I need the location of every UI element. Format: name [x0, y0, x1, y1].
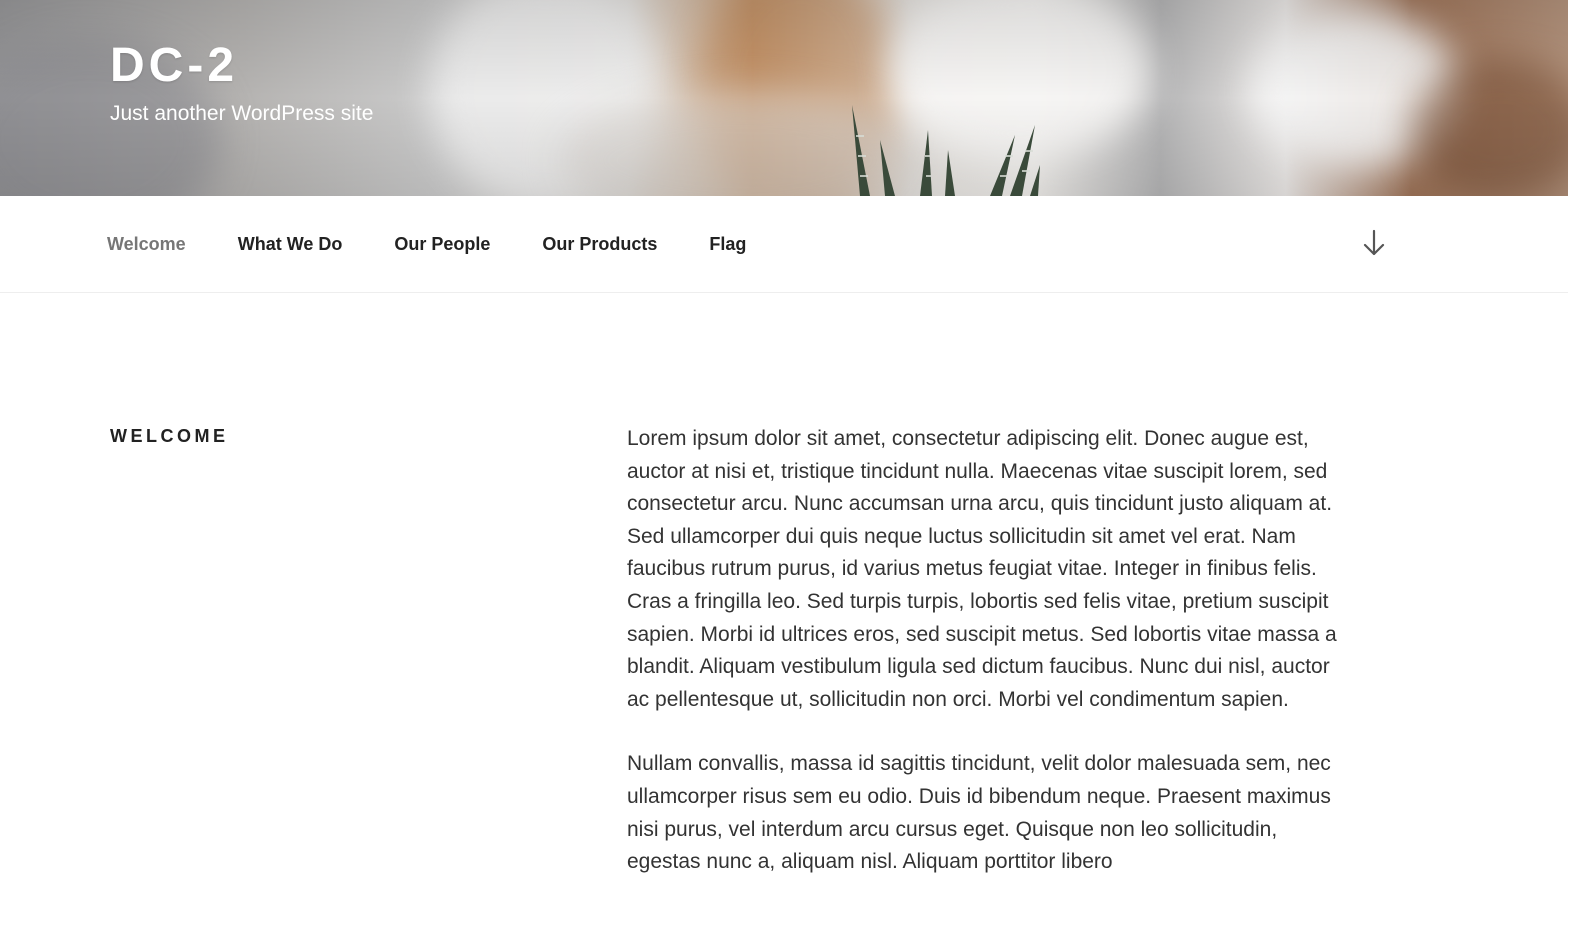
- hero-overlay: [0, 0, 1568, 196]
- paragraph: Nullam convallis, massa id sagittis tinc…: [627, 752, 1331, 874]
- nav-item-our-people[interactable]: Our People: [394, 234, 490, 255]
- scrollbar[interactable]: [1568, 0, 1585, 928]
- site-title[interactable]: DC-2: [110, 38, 238, 94]
- plant-image: [852, 105, 1040, 196]
- page-content: WELCOME Lorem ipsum dolor sit amet, cons…: [0, 293, 1568, 928]
- paragraph: Lorem ipsum dolor sit amet, consectetur …: [627, 427, 1337, 711]
- nav-item-our-products[interactable]: Our Products: [542, 234, 657, 255]
- site-description: Just another WordPress site: [110, 102, 374, 125]
- nav-item-welcome[interactable]: Welcome: [107, 234, 186, 255]
- arrow-down-icon[interactable]: [1362, 228, 1386, 258]
- header-hero: DC-2 Just another WordPress site: [0, 0, 1568, 196]
- main-navigation: Welcome What We Do Our People Our Produc…: [0, 196, 1568, 293]
- nav-item-what-we-do[interactable]: What We Do: [238, 234, 343, 255]
- page-title: WELCOME: [110, 426, 229, 446]
- nav-item-flag[interactable]: Flag: [709, 234, 746, 255]
- entry-content: Lorem ipsum dolor sit amet, consectetur …: [627, 423, 1347, 911]
- nav-menu: Welcome What We Do Our People Our Produc…: [107, 196, 798, 292]
